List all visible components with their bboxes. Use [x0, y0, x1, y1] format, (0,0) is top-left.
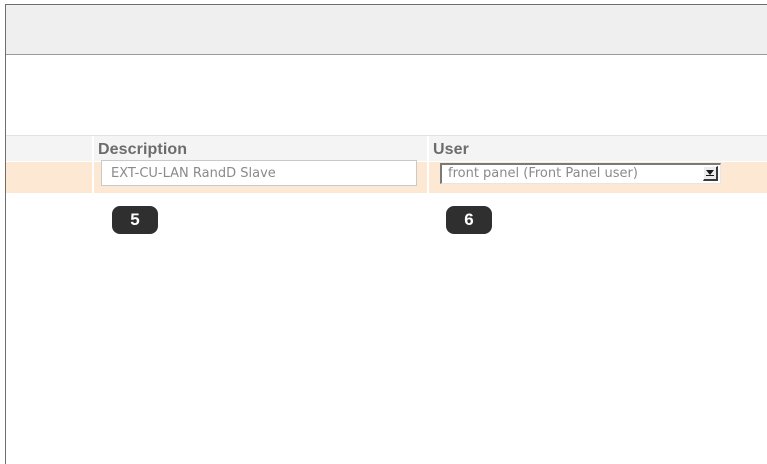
chevron-down-icon: [706, 170, 714, 176]
description-column-header: Description: [98, 141, 188, 158]
header-cell-empty: [6, 136, 90, 161]
row-cell-empty: [6, 162, 90, 193]
description-input[interactable]: [101, 160, 417, 186]
window-frame: Description User: [5, 4, 767, 464]
header-cell-description: Description: [92, 136, 426, 161]
callout-badge-6: 6: [446, 206, 492, 234]
user-select-value: front panel (Front Panel user): [448, 166, 638, 181]
user-select[interactable]: front panel (Front Panel user): [440, 163, 721, 184]
callout-badge-5: 5: [112, 206, 158, 234]
user-column-header: User: [433, 141, 469, 158]
user-select-dropdown-button[interactable]: [703, 166, 718, 181]
toolbar: [6, 5, 767, 55]
header-cell-user: User: [427, 136, 767, 161]
table-header-row: Description User: [6, 135, 767, 161]
